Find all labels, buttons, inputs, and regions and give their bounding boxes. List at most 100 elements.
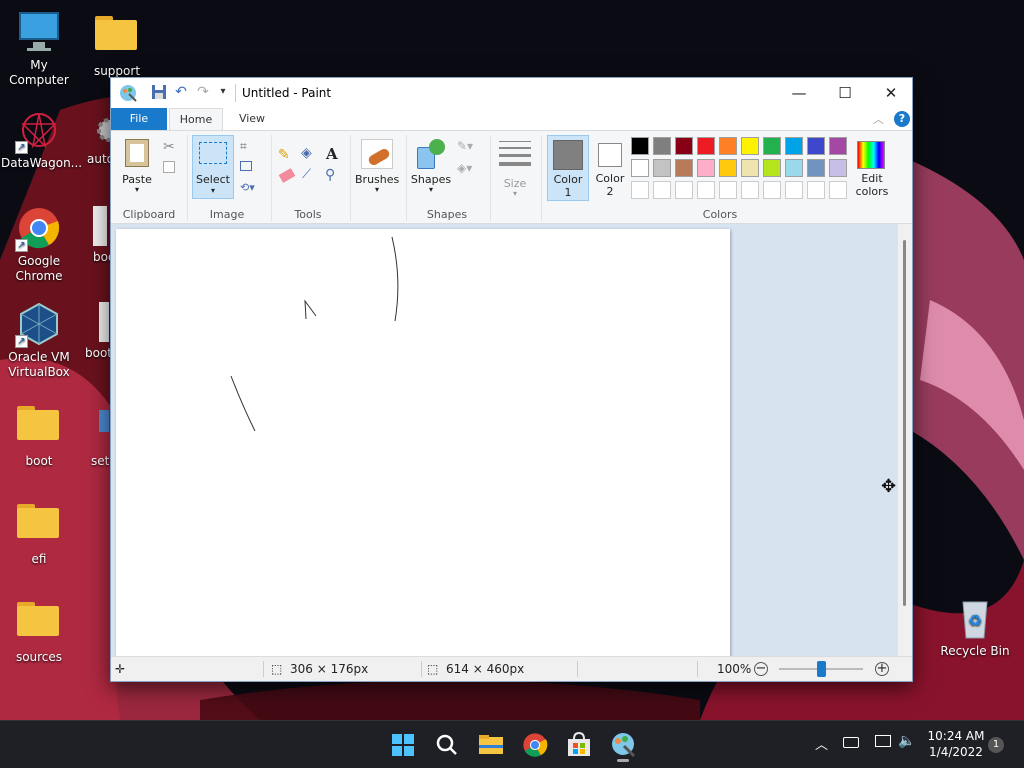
save-icon[interactable] [151, 84, 167, 100]
desktop-icon-sources[interactable]: sources [1, 596, 77, 665]
edit-colors-button[interactable]: Edit colors [851, 135, 893, 201]
close-button[interactable]: ✕ [868, 78, 914, 108]
file-explorer-button[interactable] [475, 729, 507, 761]
store-button[interactable] [563, 729, 595, 761]
notification-badge[interactable]: 1 [988, 737, 1004, 753]
zoom-in-button[interactable]: + [875, 662, 889, 676]
palette-color-swatch[interactable] [807, 159, 825, 177]
zoom-slider[interactable] [779, 661, 863, 677]
copy-icon[interactable] [163, 161, 175, 173]
desktop-icon-boot-folder[interactable]: boot [1, 400, 77, 469]
palette-color-swatch[interactable] [675, 159, 693, 177]
fill-icon[interactable]: ◈ [301, 145, 312, 161]
desktop-icon-label: Recycle Bin [940, 644, 1010, 658]
custom-color-slot[interactable] [785, 181, 803, 199]
palette-color-swatch[interactable] [763, 159, 781, 177]
zoom-slider-thumb[interactable] [816, 661, 826, 677]
desktop-icon-my-computer[interactable]: My Computer [1, 10, 77, 88]
palette-color-swatch[interactable] [653, 137, 671, 155]
network-icon[interactable] [875, 735, 891, 747]
scrollbar-thumb[interactable] [903, 240, 906, 606]
palette-color-swatch[interactable] [763, 137, 781, 155]
keyboard-icon[interactable] [843, 737, 859, 748]
search-button[interactable] [431, 729, 463, 761]
select-button[interactable]: Select ▾ [192, 135, 234, 199]
custom-color-slot[interactable] [653, 181, 671, 199]
cut-icon[interactable]: ✂ [163, 139, 175, 155]
desktop-icon-virtualbox[interactable]: ↗ Oracle VM VirtualBox [1, 302, 77, 380]
desktop-icon-google-chrome[interactable]: ↗ Google Chrome [1, 206, 77, 284]
desktop-icon-boo[interactable]: boo [79, 206, 111, 265]
brushes-button[interactable]: Brushes ▾ [355, 135, 399, 199]
desktop-icon-efi[interactable]: efi [1, 498, 77, 567]
chrome-taskbar-button[interactable] [519, 729, 551, 761]
eraser-icon[interactable] [278, 168, 296, 183]
drawing-canvas[interactable] [116, 229, 730, 656]
palette-color-swatch[interactable] [697, 137, 715, 155]
redo-icon[interactable]: ↷ [195, 84, 211, 100]
custom-color-slot[interactable] [697, 181, 715, 199]
color-picker-icon[interactable]: ⟋ [302, 167, 311, 182]
paste-button[interactable]: Paste ▾ [119, 135, 155, 197]
help-icon[interactable]: ? [894, 111, 910, 127]
palette-color-swatch[interactable] [719, 137, 737, 155]
palette-color-swatch[interactable] [719, 159, 737, 177]
custom-color-slot[interactable] [741, 181, 759, 199]
desktop-icon-datawagon[interactable]: ↗ DataWagon... [1, 108, 82, 171]
custom-color-slot[interactable] [719, 181, 737, 199]
start-button[interactable] [387, 729, 419, 761]
minimize-ribbon-icon[interactable]: ︿ [873, 111, 884, 127]
custom-color-slot[interactable] [763, 181, 781, 199]
palette-color-swatch[interactable] [741, 159, 759, 177]
vertical-scrollbar[interactable] [898, 224, 912, 656]
maximize-button[interactable]: ☐ [822, 78, 868, 108]
custom-color-slot[interactable] [829, 181, 847, 199]
text-icon[interactable]: A [326, 145, 338, 163]
zoom-out-button[interactable]: − [754, 662, 768, 676]
pencil-icon[interactable]: ✎ [278, 147, 290, 163]
size-button[interactable]: Size ▾ [495, 135, 535, 199]
shape-fill-icon[interactable]: ◈▾ [457, 161, 472, 175]
tab-home[interactable]: Home [169, 108, 223, 130]
desktop-icon-support[interactable]: support [79, 10, 155, 79]
palette-color-swatch[interactable] [829, 159, 847, 177]
palette-color-swatch[interactable] [785, 159, 803, 177]
color1-button[interactable]: Color 1 [547, 135, 589, 201]
show-hidden-icons-button[interactable]: ︿ [815, 734, 828, 753]
selection-size-text: 306 × 176px [290, 662, 369, 676]
palette-color-swatch[interactable] [807, 137, 825, 155]
customize-quick-access-icon[interactable]: ▾ [215, 84, 231, 100]
shapes-button[interactable]: Shapes ▾ [409, 135, 453, 199]
palette-color-swatch[interactable] [697, 159, 715, 177]
tab-view[interactable]: View [229, 108, 275, 130]
custom-color-slot[interactable] [807, 181, 825, 199]
custom-color-slot[interactable] [631, 181, 649, 199]
custom-color-slot[interactable] [675, 181, 693, 199]
minimize-button[interactable]: — [776, 78, 822, 108]
paint-taskbar-button[interactable] [607, 729, 639, 762]
undo-icon[interactable]: ↶ [173, 84, 189, 100]
tab-file[interactable]: File [111, 108, 167, 130]
palette-color-swatch[interactable] [631, 137, 649, 155]
desktop-icon-setup[interactable]: setu [79, 400, 111, 469]
paint-app-icon[interactable] [119, 84, 137, 102]
color2-button[interactable]: Color 2 [591, 135, 629, 201]
palette-color-swatch[interactable] [675, 137, 693, 155]
desktop-icon-boot-file[interactable]: boot [79, 302, 111, 361]
palette-color-swatch[interactable] [785, 137, 803, 155]
palette-color-swatch[interactable] [829, 137, 847, 155]
outline-icon[interactable]: ✎▾ [457, 139, 473, 153]
colors-group-label: Colors [702, 208, 738, 221]
volume-icon[interactable]: 🔈 [898, 733, 915, 749]
clock[interactable]: 10:24 AM 1/4/2022 [924, 728, 988, 760]
palette-color-swatch[interactable] [631, 159, 649, 177]
magnifier-icon[interactable]: ⚲ [325, 167, 335, 183]
selection-rectangle-icon [199, 142, 227, 164]
palette-color-swatch[interactable] [653, 159, 671, 177]
crop-icon[interactable]: ⌗ [240, 139, 247, 154]
rotate-icon[interactable]: ⟲▾ [240, 181, 255, 194]
palette-color-swatch[interactable] [741, 137, 759, 155]
shortcut-arrow-icon: ↗ [15, 239, 28, 252]
resize-icon[interactable] [240, 161, 252, 171]
desktop-icon-recycle-bin[interactable]: ♻ Recycle Bin [937, 596, 1013, 659]
